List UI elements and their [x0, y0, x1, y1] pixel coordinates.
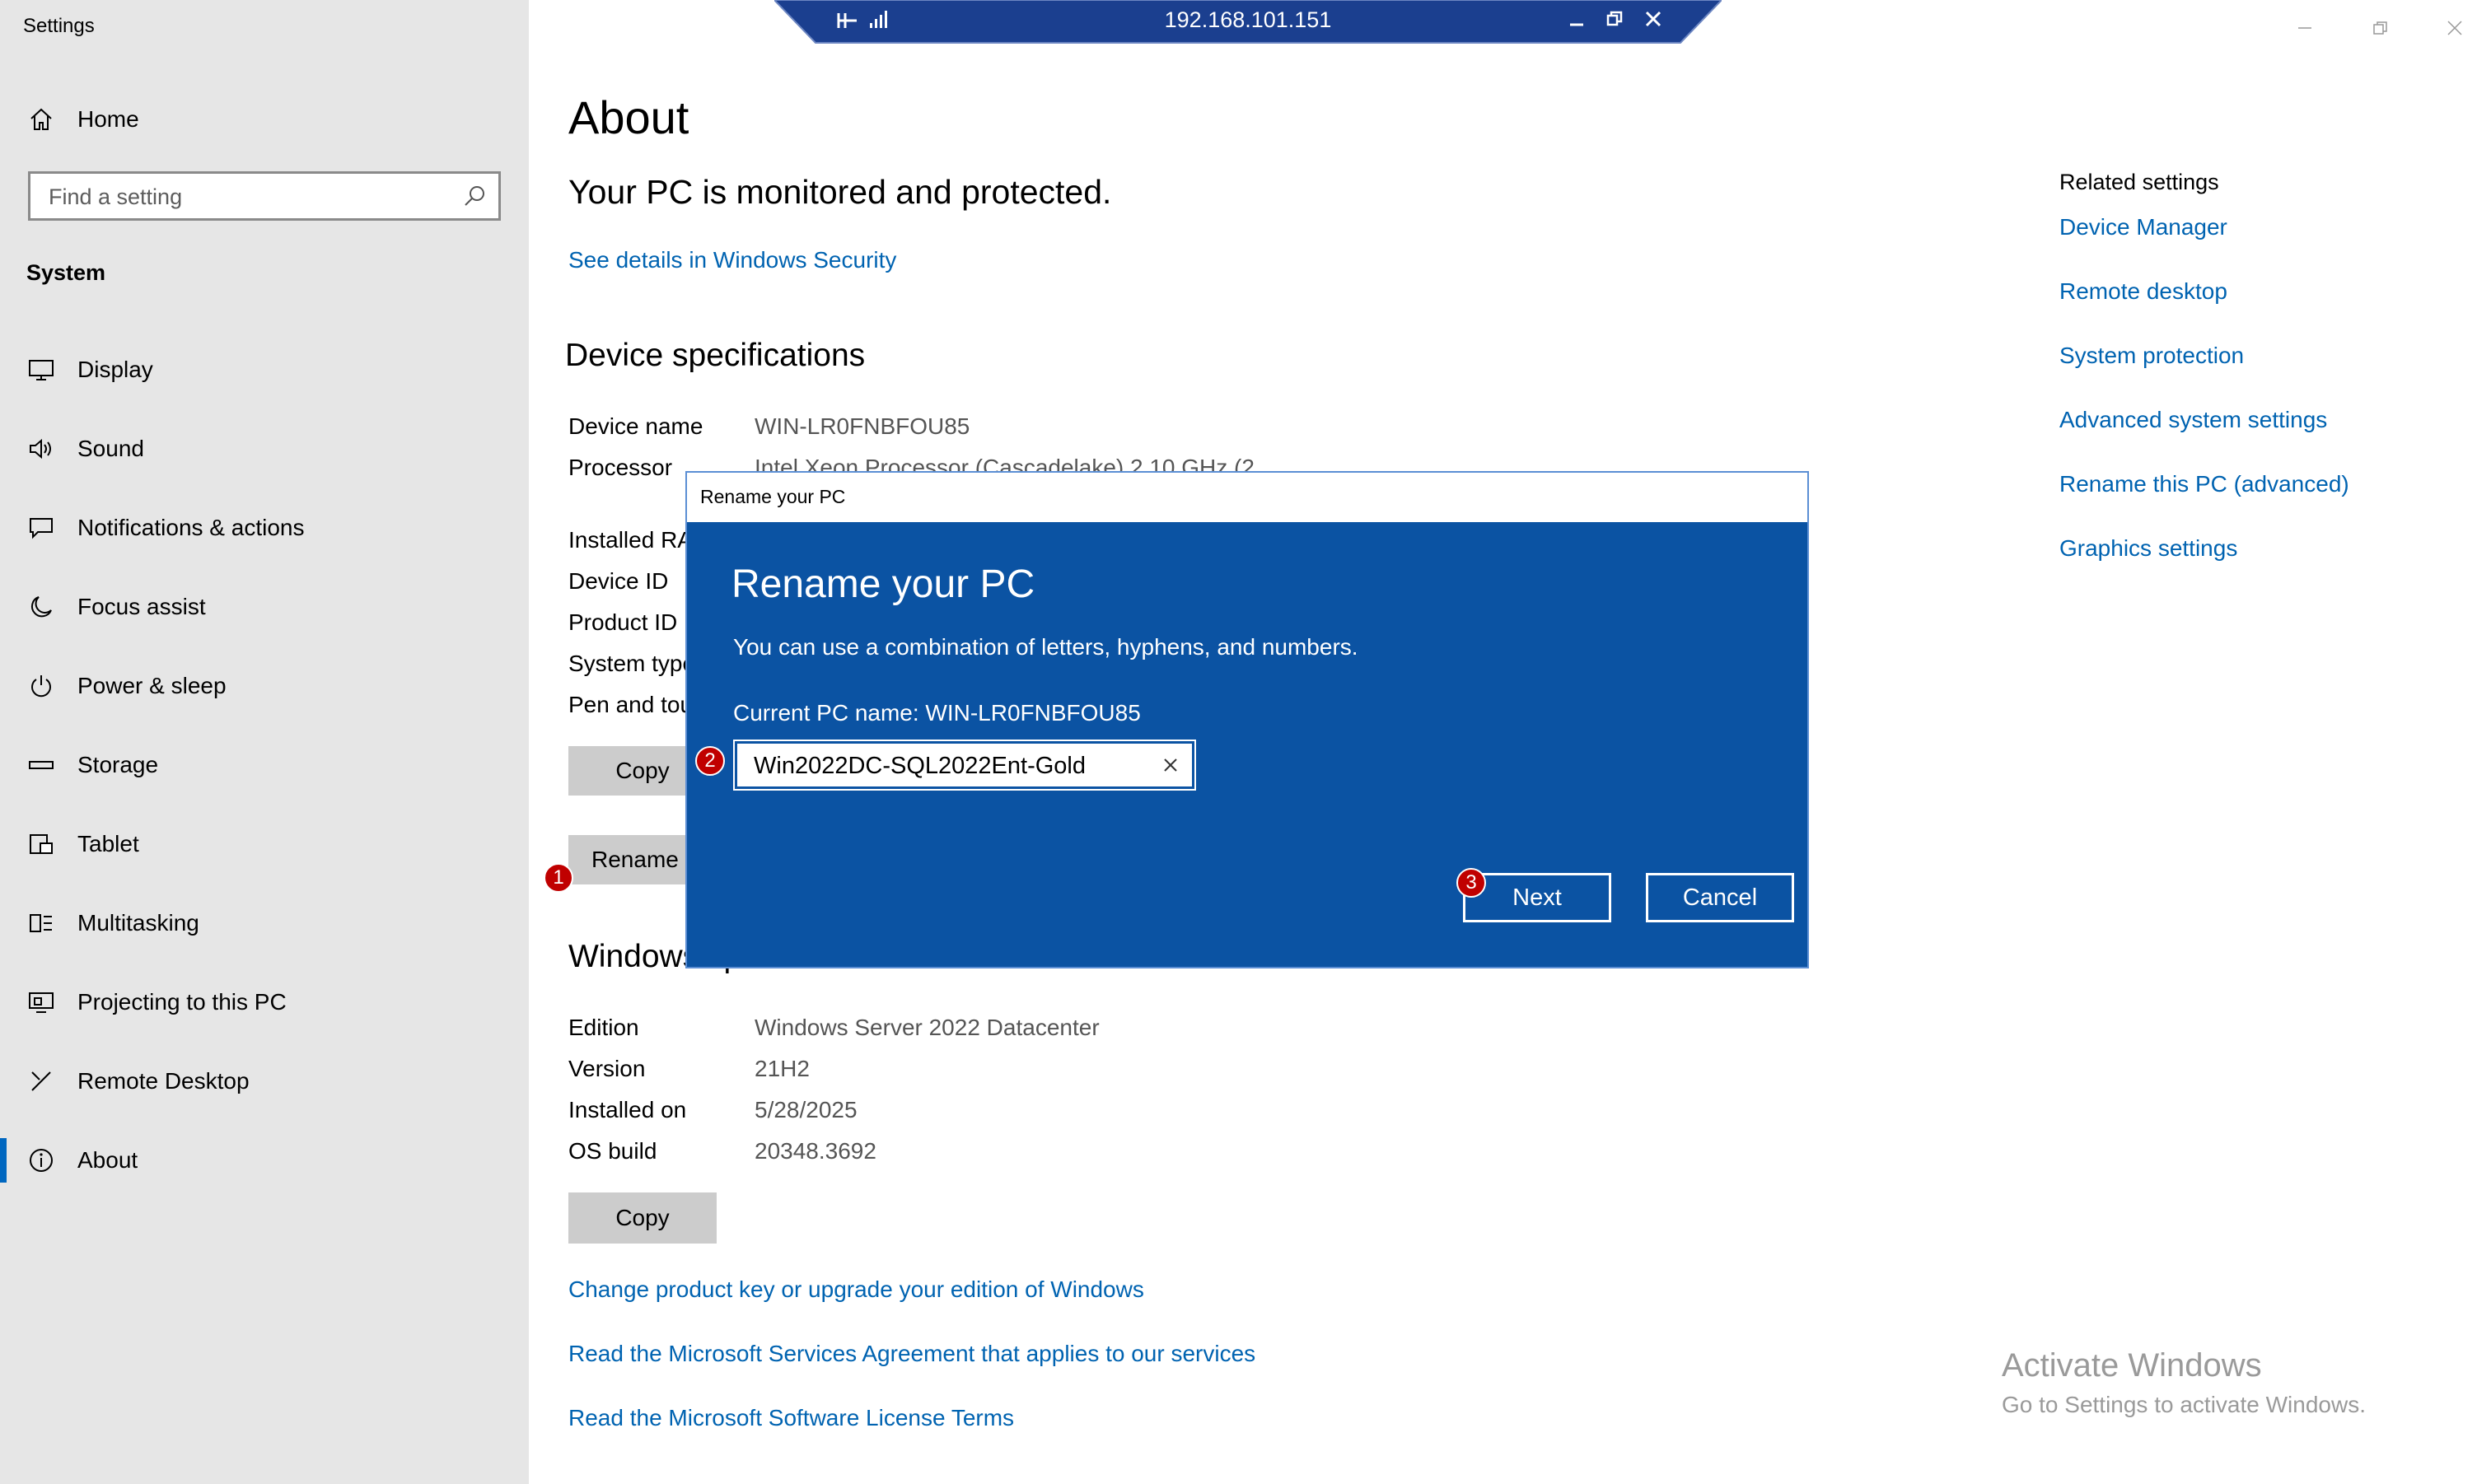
graphics-settings-link[interactable]: Graphics settings — [2059, 535, 2237, 562]
search-icon[interactable] — [462, 184, 487, 208]
spec-label: OS build — [568, 1138, 657, 1164]
sidebar-item-label: Multitasking — [77, 910, 199, 936]
minimize-icon[interactable] — [2288, 12, 2321, 44]
search-box[interactable] — [28, 171, 501, 221]
home-icon — [25, 103, 58, 136]
system-protection-link[interactable]: System protection — [2059, 343, 2244, 369]
search-input[interactable] — [47, 174, 462, 220]
spec-value: WIN-LR0FNBFOU85 — [755, 413, 970, 439]
device-specs-heading: Device specifications — [565, 338, 866, 373]
sidebar-item-label: Remote Desktop — [77, 1068, 250, 1094]
storage-icon — [25, 749, 58, 782]
spec-value: Windows Server 2022 Datacenter — [755, 1015, 1100, 1040]
multitasking-icon — [25, 907, 58, 940]
remote-desktop-link[interactable]: Remote desktop — [2059, 278, 2227, 305]
step-badge-3: 3 — [1456, 868, 1486, 898]
page-title: About — [568, 91, 689, 143]
windows-security-link[interactable]: See details in Windows Security — [568, 247, 896, 273]
related-settings-heading: Related settings — [2059, 170, 2219, 194]
app-title: Settings — [23, 15, 95, 37]
advanced-system-settings-link[interactable]: Advanced system settings — [2059, 407, 2327, 433]
device-manager-link[interactable]: Device Manager — [2059, 214, 2227, 240]
sidebar-item-label: Focus assist — [77, 594, 206, 619]
sidebar-item-focus-assist[interactable]: Focus assist — [0, 574, 529, 640]
sidebar-item-notifications[interactable]: Notifications & actions — [0, 495, 529, 561]
step-badge-2: 2 — [695, 746, 725, 776]
protection-status: Your PC is monitored and protected. — [568, 173, 1112, 211]
spec-label: System type — [568, 651, 696, 676]
projecting-icon — [25, 986, 58, 1019]
sidebar-item-remote-desktop[interactable]: Remote Desktop — [0, 1048, 529, 1114]
spec-label: Product ID — [568, 609, 678, 635]
sidebar-item-about[interactable]: About — [0, 1127, 529, 1193]
sidebar-item-projecting[interactable]: Projecting to this PC — [0, 969, 529, 1035]
sidebar: Settings Home System Display Sound Notif… — [0, 0, 529, 1484]
sidebar-item-multitasking[interactable]: Multitasking — [0, 890, 529, 956]
sidebar-item-label: Home — [77, 106, 139, 132]
moon-icon — [25, 590, 58, 623]
copy-windows-specs-button[interactable]: Copy — [568, 1192, 717, 1244]
current-pc-name: Current PC name: WIN-LR0FNBFOU85 — [733, 700, 1141, 726]
sidebar-item-sound[interactable]: Sound — [0, 416, 529, 482]
sidebar-item-label: About — [77, 1147, 138, 1173]
spec-label: Processor — [568, 455, 673, 480]
change-product-key-link[interactable]: Change product key or upgrade your editi… — [568, 1276, 1144, 1303]
restore-icon[interactable] — [2364, 12, 2397, 44]
spec-label: Installed RA — [568, 527, 693, 553]
spec-value: 21H2 — [755, 1056, 810, 1081]
sidebar-item-label: Power & sleep — [77, 673, 227, 698]
sidebar-item-tablet[interactable]: Tablet — [0, 811, 529, 877]
close-icon[interactable] — [2438, 12, 2471, 44]
display-icon — [25, 353, 58, 386]
info-icon — [25, 1144, 58, 1177]
services-agreement-link[interactable]: Read the Microsoft Services Agreement th… — [568, 1341, 1255, 1367]
sound-icon — [25, 432, 58, 465]
dialog-description: You can use a combination of letters, hy… — [733, 634, 1358, 660]
spec-label: Edition — [568, 1015, 639, 1040]
new-pc-name-input[interactable] — [752, 744, 1143, 788]
license-terms-link[interactable]: Read the Microsoft Software License Term… — [568, 1405, 1014, 1431]
sidebar-item-label: Storage — [77, 752, 159, 777]
sidebar-item-label: Notifications & actions — [77, 515, 305, 540]
notifications-icon — [25, 511, 58, 544]
sidebar-item-storage[interactable]: Storage — [0, 732, 529, 798]
rename-pc-advanced-link[interactable]: Rename this PC (advanced) — [2059, 471, 2349, 497]
sidebar-item-label: Projecting to this PC — [77, 989, 287, 1015]
spec-label: Pen and tou — [568, 692, 694, 717]
section-title: System — [26, 260, 106, 285]
spec-label: Installed on — [568, 1097, 687, 1122]
sidebar-item-home[interactable]: Home — [0, 86, 529, 152]
dialog-heading: Rename your PC — [731, 562, 1035, 606]
sidebar-item-power-sleep[interactable]: Power & sleep — [0, 653, 529, 719]
sidebar-item-display[interactable]: Display — [0, 337, 529, 403]
dialog-window-title: Rename your PC — [700, 486, 846, 507]
sidebar-item-label: Sound — [77, 436, 144, 461]
dialog-titlebar: Rename your PC — [687, 473, 1807, 522]
tablet-icon — [25, 828, 58, 861]
cancel-button[interactable]: Cancel — [1646, 873, 1794, 922]
remote-desktop-icon — [25, 1065, 58, 1098]
rename-pc-dialog: Rename your PC Rename your PC You can us… — [685, 471, 1809, 968]
spec-label: Device ID — [568, 568, 669, 594]
selection-indicator — [0, 1138, 7, 1183]
rdp-restore-icon[interactable] — [1603, 7, 1628, 31]
step-badge-1: 1 — [544, 863, 573, 893]
sidebar-item-label: Display — [77, 357, 153, 382]
power-icon — [25, 670, 58, 702]
sidebar-item-label: Tablet — [77, 831, 139, 856]
new-pc-name-field[interactable] — [735, 741, 1194, 789]
rdp-connection-bar: 192.168.101.151 — [774, 0, 1722, 44]
spec-value: 5/28/2025 — [755, 1097, 858, 1122]
rdp-minimize-icon[interactable] — [1565, 7, 1590, 31]
spec-value: 20348.3692 — [755, 1138, 876, 1164]
spec-label: Device name — [568, 413, 703, 439]
clear-input-icon[interactable] — [1161, 755, 1180, 775]
activate-windows-title: Activate Windows — [2002, 1347, 2262, 1384]
activate-windows-subtitle: Go to Settings to activate Windows. — [2002, 1392, 2366, 1417]
rdp-close-icon[interactable] — [1641, 7, 1666, 31]
spec-label: Version — [568, 1056, 646, 1081]
